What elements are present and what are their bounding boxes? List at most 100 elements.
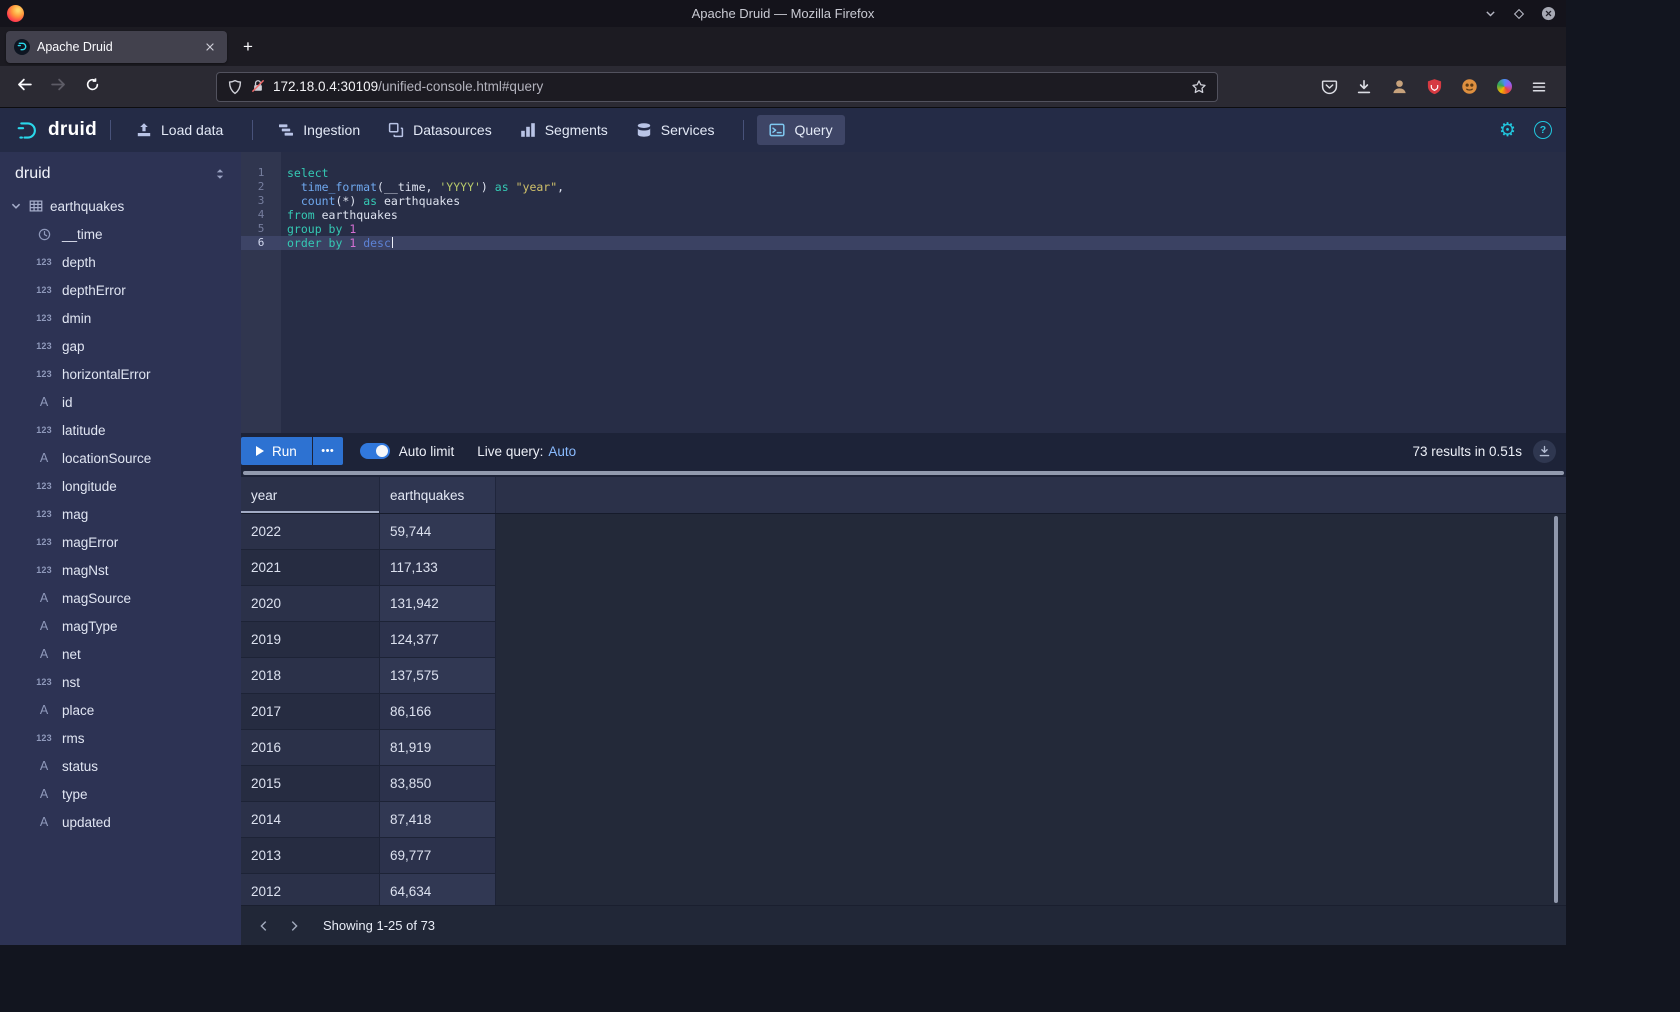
back-button[interactable] — [8, 71, 40, 103]
new-tab-button[interactable]: + — [233, 32, 263, 62]
sidebar-column-mag[interactable]: 123mag — [0, 500, 241, 528]
tab-apache-druid[interactable]: Apache Druid — [6, 31, 227, 63]
cell-earthquakes-2017[interactable]: 86,166 — [380, 694, 496, 730]
editor-code: select time_format(__time, 'YYYY') as "y… — [281, 152, 1566, 433]
editor-line-2[interactable]: time_format(__time, 'YYYY') as "year", — [281, 180, 1566, 194]
sidebar-column-net[interactable]: Anet — [0, 640, 241, 668]
double-caret-icon[interactable] — [213, 167, 227, 181]
auto-limit-toggle[interactable] — [360, 443, 390, 459]
number-type-icon: 123 — [33, 369, 55, 379]
sidebar-column-id[interactable]: Aid — [0, 388, 241, 416]
ublock-icon[interactable] — [1419, 72, 1449, 102]
cell-earthquakes-2019[interactable]: 124,377 — [380, 622, 496, 658]
nav-item-datasources[interactable]: Datasources — [376, 115, 504, 145]
editor-line-1[interactable]: select — [281, 166, 1566, 180]
sidebar-column-rms[interactable]: 123rms — [0, 724, 241, 752]
sidebar-column-place[interactable]: Aplace — [0, 696, 241, 724]
lock-insecure-icon[interactable] — [251, 79, 265, 95]
cell-earthquakes-2013[interactable]: 69,777 — [380, 838, 496, 874]
account-icon[interactable] — [1384, 72, 1414, 102]
cell-earthquakes-2020[interactable]: 131,942 — [380, 586, 496, 622]
sidebar-column-magError[interactable]: 123magError — [0, 528, 241, 556]
sidebar-column-magSource[interactable]: AmagSource — [0, 584, 241, 612]
cell-year-2014[interactable]: 2014 — [241, 802, 380, 838]
nav-item-services[interactable]: Services — [624, 115, 727, 145]
cell-year-2012[interactable]: 2012 — [241, 874, 380, 905]
download-icon[interactable] — [1349, 72, 1379, 102]
tab-close-icon[interactable] — [201, 38, 219, 56]
extension-orange-icon[interactable] — [1454, 72, 1484, 102]
cell-year-2019[interactable]: 2019 — [241, 622, 380, 658]
datasource-earthquakes[interactable]: earthquakes — [0, 192, 241, 220]
editor-line-6[interactable]: order by 1 desc — [281, 236, 1566, 250]
editor-line-3[interactable]: count(*) as earthquakes — [281, 194, 1566, 208]
column-header-year[interactable]: year — [241, 477, 380, 513]
cell-earthquakes-2022[interactable]: 59,744 — [380, 514, 496, 550]
menu-icon[interactable] — [1524, 72, 1554, 102]
next-page-button[interactable] — [279, 911, 309, 941]
sidebar-column-__time[interactable]: __time — [0, 220, 241, 248]
string-type-icon: A — [33, 395, 55, 409]
sidebar-column-dmin[interactable]: 123dmin — [0, 304, 241, 332]
horizontal-scrollbar[interactable] — [241, 469, 1566, 477]
cell-year-2015[interactable]: 2015 — [241, 766, 380, 802]
prev-page-button[interactable] — [249, 911, 279, 941]
cell-earthquakes-2012[interactable]: 64,634 — [380, 874, 496, 905]
live-query-value[interactable]: Auto — [548, 444, 576, 459]
nav-item-query[interactable]: Query — [757, 115, 844, 145]
cell-earthquakes-2018[interactable]: 137,575 — [380, 658, 496, 694]
nav-item-ingestion[interactable]: Ingestion — [266, 115, 372, 145]
sidebar-column-longitude[interactable]: 123longitude — [0, 472, 241, 500]
sidebar-column-depth[interactable]: 123depth — [0, 248, 241, 276]
sidebar-column-horizontalError[interactable]: 123horizontalError — [0, 360, 241, 388]
sidebar-column-updated[interactable]: Aupdated — [0, 808, 241, 836]
window-maximize-button[interactable] — [1511, 6, 1527, 22]
bookmark-star-icon[interactable] — [1191, 79, 1207, 95]
run-button[interactable]: Run — [241, 437, 312, 465]
reload-button[interactable] — [76, 71, 108, 103]
cell-year-2016[interactable]: 2016 — [241, 730, 380, 766]
window-titlebar[interactable]: Apache Druid — Mozilla Firefox — [0, 0, 1566, 27]
pocket-icon[interactable] — [1314, 72, 1344, 102]
tracking-shield-icon[interactable] — [227, 79, 243, 95]
pinwheel-icon[interactable] — [1489, 72, 1519, 102]
cell-year-2018[interactable]: 2018 — [241, 658, 380, 694]
settings-gear-icon[interactable]: ⚙ — [1499, 121, 1516, 140]
sidebar-column-latitude[interactable]: 123latitude — [0, 416, 241, 444]
forward-button[interactable] — [42, 71, 74, 103]
sidebar-column-gap[interactable]: 123gap — [0, 332, 241, 360]
sidebar-column-magType[interactable]: AmagType — [0, 612, 241, 640]
sidebar-column-type[interactable]: Atype — [0, 780, 241, 808]
download-results-button[interactable] — [1533, 440, 1556, 463]
run-more-button[interactable]: ••• — [313, 437, 343, 465]
sidebar-column-status[interactable]: Astatus — [0, 752, 241, 780]
cell-earthquakes-2015[interactable]: 83,850 — [380, 766, 496, 802]
url-bar[interactable]: 172.18.0.4:30109/unified-console.html#qu… — [216, 72, 1218, 102]
sidebar-column-depthError[interactable]: 123depthError — [0, 276, 241, 304]
druid-brand[interactable]: druid — [16, 119, 97, 142]
editor-line-5[interactable]: group by 1 — [281, 222, 1566, 236]
sql-editor[interactable]: 123456 select time_format(__time, 'YYYY'… — [241, 152, 1566, 433]
string-type-icon: A — [33, 451, 55, 465]
string-type-icon: A — [33, 759, 55, 773]
cell-year-2021[interactable]: 2021 — [241, 550, 380, 586]
cell-earthquakes-2016[interactable]: 81,919 — [380, 730, 496, 766]
vertical-scrollbar[interactable] — [1554, 516, 1558, 903]
scrollbar-thumb[interactable] — [243, 471, 1564, 475]
column-header-earthquakes[interactable]: earthquakes — [380, 477, 496, 513]
cell-earthquakes-2021[interactable]: 117,133 — [380, 550, 496, 586]
nav-item-segments[interactable]: Segments — [508, 115, 620, 145]
cell-year-2020[interactable]: 2020 — [241, 586, 380, 622]
sidebar-column-locationSource[interactable]: AlocationSource — [0, 444, 241, 472]
sidebar-column-magNst[interactable]: 123magNst — [0, 556, 241, 584]
cell-year-2017[interactable]: 2017 — [241, 694, 380, 730]
nav-item-load-data[interactable]: Load data — [124, 115, 235, 145]
window-minimize-button[interactable] — [1482, 6, 1498, 22]
cell-earthquakes-2014[interactable]: 87,418 — [380, 802, 496, 838]
editor-line-4[interactable]: from earthquakes — [281, 208, 1566, 222]
window-close-button[interactable] — [1540, 6, 1556, 22]
cell-year-2013[interactable]: 2013 — [241, 838, 380, 874]
help-icon[interactable]: ? — [1534, 121, 1552, 139]
sidebar-column-nst[interactable]: 123nst — [0, 668, 241, 696]
cell-year-2022[interactable]: 2022 — [241, 514, 380, 550]
